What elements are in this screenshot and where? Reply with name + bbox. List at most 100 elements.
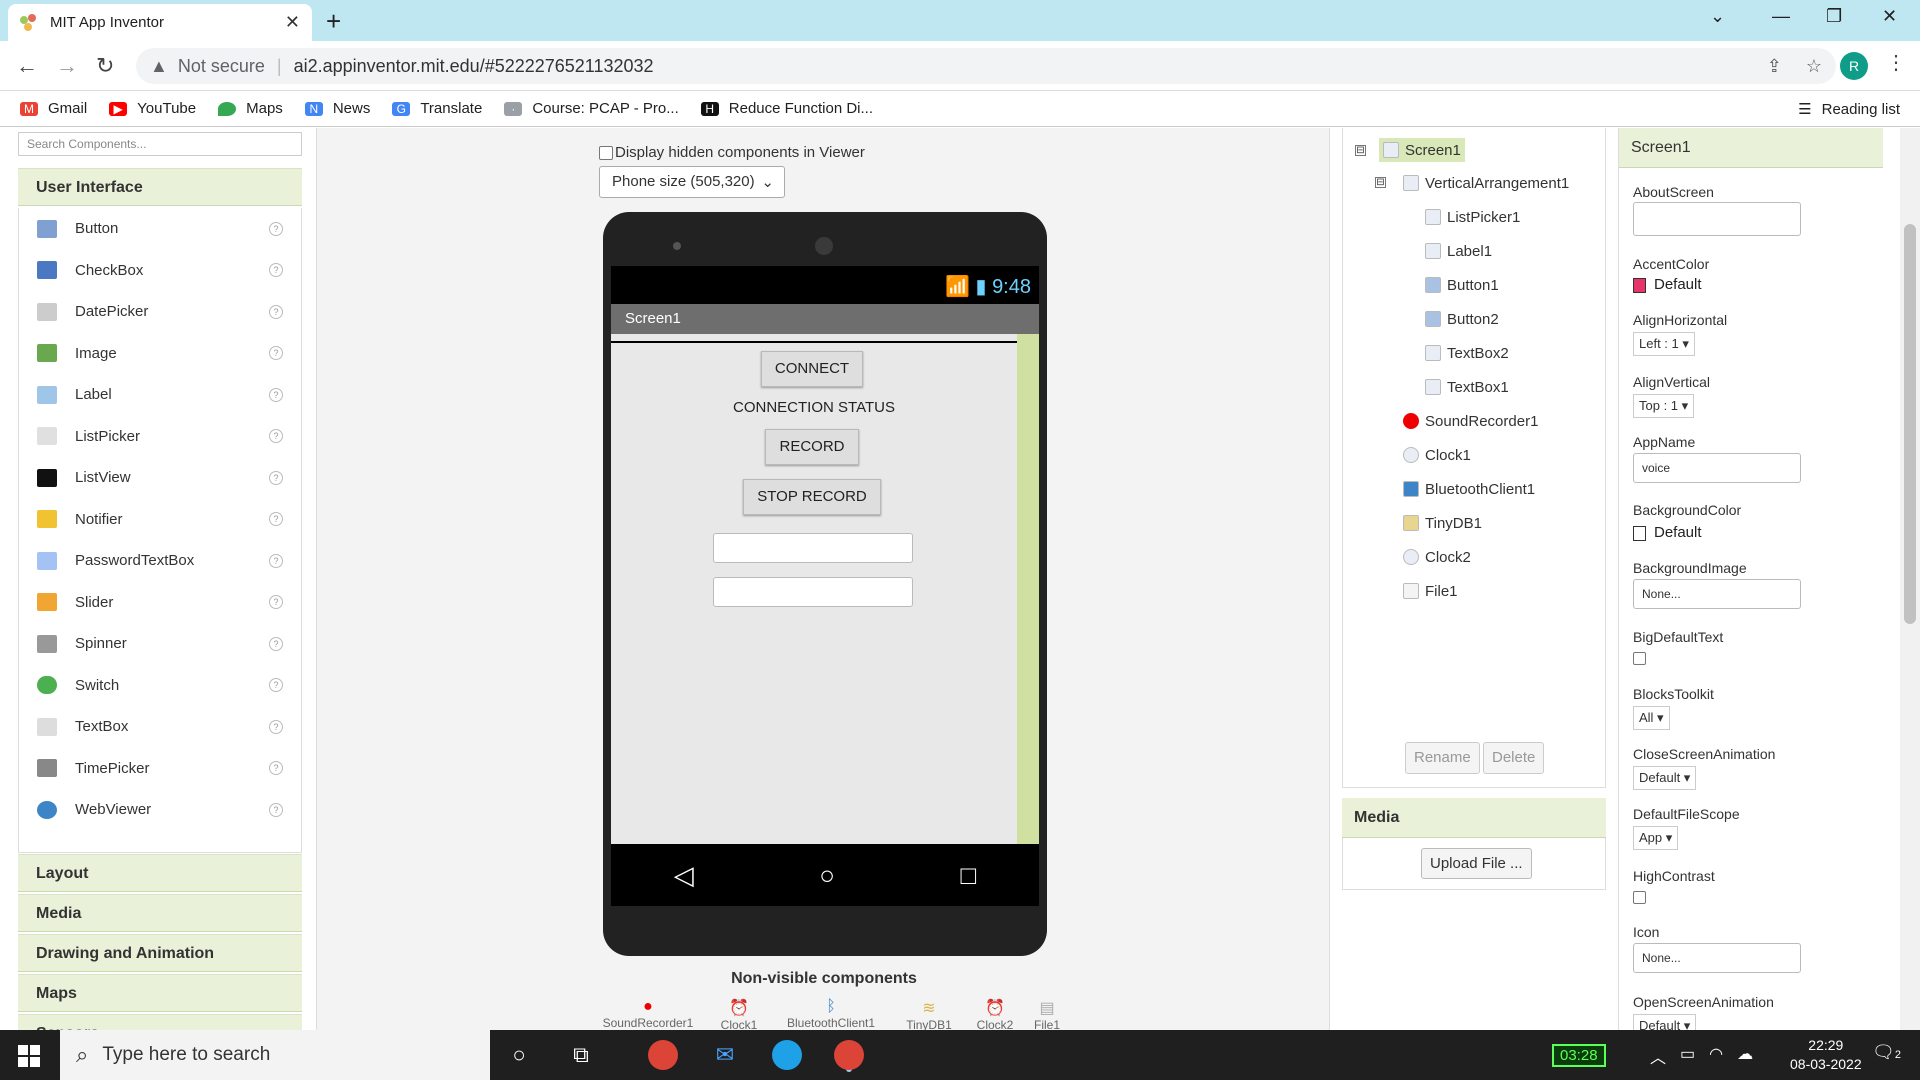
nv-tinydb[interactable]: ≋ TinyDB1 [899,998,959,1030]
tree-node-label1[interactable]: Label1 [1425,239,1492,263]
profile-avatar[interactable]: R [1840,52,1868,80]
defaultfilescope-select[interactable]: App ▾ [1633,826,1679,850]
help-icon[interactable]: ? [269,221,283,236]
appname-input[interactable]: voice [1633,453,1801,483]
edge-icon[interactable] [772,1040,802,1070]
tree-node-tinydb1[interactable]: TinyDB1 [1403,511,1482,535]
record-button[interactable]: RECORD [765,429,859,465]
vertical-arrangement[interactable]: CONNECT CONNECTION STATUS RECORD STOP RE… [611,341,1017,841]
help-icon[interactable]: ? [269,429,283,444]
help-icon[interactable]: ? [269,346,283,361]
timer-widget[interactable]: 03:28 [1552,1044,1606,1067]
battery-icon[interactable]: ▭ [1680,1044,1695,1068]
palette-category-layout[interactable]: Layout [18,854,302,892]
restore-icon[interactable]: ❐ [1826,6,1842,27]
backgroundcolor-picker[interactable]: Default [1633,524,1702,541]
palette-category-media[interactable]: Media [18,894,302,932]
bookmark-reduce-function[interactable]: H Reduce Function Di... [700,100,873,117]
tree-node-button2[interactable]: Button2 [1425,307,1499,331]
chevron-up-icon[interactable]: ︿ [1650,1044,1666,1068]
accentcolor-picker[interactable]: Default [1633,276,1702,293]
help-icon[interactable]: ? [269,719,283,734]
page-scrollbar[interactable] [1900,128,1920,1030]
phone-size-select[interactable]: Phone size (505,320) ⌄ [599,166,785,198]
help-icon[interactable]: ? [269,595,283,610]
collapse-screen-icon[interactable]: ⊟ [1355,145,1366,156]
palette-item-image[interactable]: Image? [19,333,301,375]
scrollbar-thumb[interactable] [1904,224,1916,624]
help-icon[interactable]: ? [269,304,283,319]
palette-item-datepicker[interactable]: DatePicker? [19,291,301,333]
help-icon[interactable]: ? [269,470,283,485]
bookmark-news[interactable]: N News [304,100,370,117]
help-icon[interactable]: ? [269,761,283,776]
task-view-icon[interactable]: ⧉ [566,1040,596,1070]
palette-category-drawing-animation[interactable]: Drawing and Animation [18,934,302,972]
address-bar[interactable]: ▲ Not secure | ai2.appinventor.mit.edu/#… [136,48,1836,84]
tree-node-textbox1[interactable]: TextBox1 [1425,375,1509,399]
tree-node-file1[interactable]: File1 [1403,579,1458,603]
checkbox-box[interactable] [599,145,613,160]
alignhorizontal-select[interactable]: Left : 1 ▾ [1633,332,1695,356]
tree-node-clock2[interactable]: Clock2 [1403,545,1471,569]
chrome-icon[interactable] [648,1040,678,1070]
upload-file-button[interactable]: Upload File ... [1421,848,1532,879]
cortana-circle-icon[interactable]: ○ [504,1040,534,1070]
palette-item-webviewer[interactable]: WebViewer? [19,789,301,831]
textbox2-field[interactable] [713,533,913,563]
bigdefaulttext-checkbox[interactable] [1633,652,1646,665]
palette-category-sensors[interactable]: Sensors [18,1014,302,1030]
help-icon[interactable]: ? [269,512,283,527]
bookmark-star-icon[interactable]: ☆ [1806,56,1822,77]
nv-clock2[interactable]: ⏰ Clock2 [967,998,1023,1030]
taskbar-search-input[interactable]: ⌕ Type here to search [60,1030,490,1080]
tree-node-textbox2[interactable]: TextBox2 [1425,341,1509,365]
help-icon[interactable]: ? [269,263,283,278]
bookmark-maps[interactable]: Maps [218,100,283,117]
connect-button[interactable]: CONNECT [761,351,863,387]
tree-node-button1[interactable]: Button1 [1425,273,1499,297]
icon-picker[interactable]: None... [1633,943,1801,973]
bookmark-youtube[interactable]: ▶ YouTube [109,100,196,117]
help-icon[interactable]: ? [269,636,283,651]
palette-item-checkbox[interactable]: CheckBox? [19,250,301,292]
openscreenanimation-select[interactable]: Default ▾ [1633,1014,1697,1030]
palette-item-textbox[interactable]: TextBox? [19,706,301,748]
palette-item-passwordtextbox[interactable]: PasswordTextBox? [19,540,301,582]
tree-node-verticalarrangement1[interactable]: VerticalArrangement1 [1403,171,1569,195]
palette-item-spinner[interactable]: Spinner? [19,623,301,665]
stop-record-button[interactable]: STOP RECORD [743,479,881,515]
chrome-active-icon[interactable] [834,1040,864,1070]
help-icon[interactable]: ? [269,553,283,568]
nv-clock1[interactable]: ⏰ Clock1 [711,998,767,1030]
tree-node-clock1[interactable]: Clock1 [1403,443,1471,467]
cloud-icon[interactable]: ☁ [1737,1044,1753,1068]
blockstoolkit-select[interactable]: All ▾ [1633,706,1670,730]
nv-soundrecorder[interactable]: ● SoundRecorder1 [593,998,703,1030]
bookmark-course-pcap[interactable]: · Course: PCAP - Pro... [504,100,679,117]
collapse-arrangement-icon[interactable]: ⊟ [1375,177,1386,188]
backgroundimage-picker[interactable]: None... [1633,579,1801,609]
close-window-icon[interactable]: ✕ [1882,6,1897,27]
close-tab-icon[interactable]: ✕ [285,12,300,33]
new-tab-icon[interactable]: + [326,6,341,37]
help-icon[interactable]: ? [269,802,283,817]
taskbar-clock[interactable]: 22:29 08-03-2022 [1790,1036,1862,1074]
tree-node-bluetoothclient1[interactable]: BluetoothClient1 [1403,477,1535,501]
palette-item-listview[interactable]: ListView? [19,457,301,499]
tree-node-screen1[interactable]: Screen1 [1379,138,1465,162]
forward-icon[interactable]: → [56,53,78,79]
nv-bluetooth[interactable]: ᛒ BluetoothClient1 [771,998,891,1030]
aboutscreen-textarea[interactable] [1633,202,1801,236]
bookmark-gmail[interactable]: M Gmail [20,100,87,117]
windows-start-icon[interactable] [18,1045,40,1067]
tree-node-soundrecorder1[interactable]: SoundRecorder1 [1403,409,1538,433]
help-icon[interactable]: ? [269,387,283,402]
tab-search-chevron-icon[interactable]: ⌄ [1710,6,1725,27]
search-components-input[interactable]: Search Components... [18,132,302,156]
reload-icon[interactable]: ↻ [96,53,114,79]
palette-item-slider[interactable]: Slider? [19,582,301,624]
bookmark-translate[interactable]: G Translate [392,100,482,117]
palette-category-maps[interactable]: Maps [18,974,302,1012]
rename-button[interactable]: Rename [1405,742,1480,774]
